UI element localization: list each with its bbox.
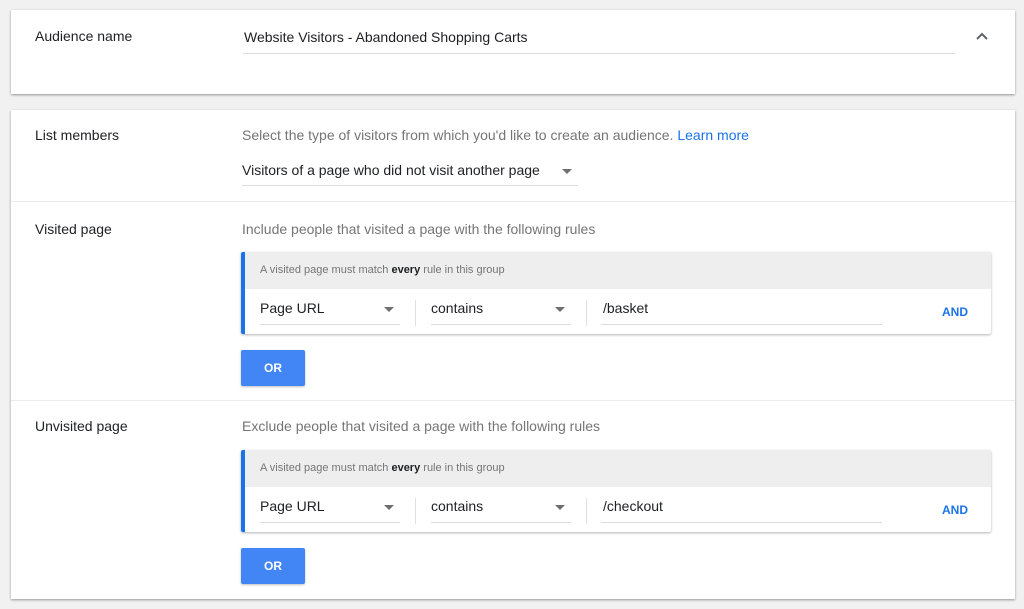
caret-down-icon — [384, 505, 394, 510]
list-members-description-text: Select the type of visitors from which y… — [242, 127, 674, 143]
audience-name-input[interactable]: Website Visitors - Abandoned Shopping Ca… — [243, 20, 955, 54]
caret-down-icon — [555, 307, 565, 312]
divider — [415, 498, 416, 524]
visited-and-button[interactable]: AND — [935, 300, 975, 324]
caret-down-icon — [555, 505, 565, 510]
unvisited-page-section: Unvisited page Exclude people that visit… — [11, 401, 1015, 599]
visited-rule-group: A visited page must match every rule in … — [241, 252, 991, 334]
unvisited-url-input[interactable]: /checkout — [601, 494, 882, 523]
audience-name-label: Audience name — [35, 28, 133, 44]
list-members-section: List members Select the type of visitors… — [11, 110, 1015, 202]
visited-url-input[interactable]: /basket — [601, 296, 882, 325]
group-header-emphasis: every — [391, 462, 421, 474]
unvisited-or-button[interactable]: OR — [241, 548, 305, 584]
list-members-select[interactable]: Visitors of a page who did not visit ano… — [242, 156, 578, 186]
visited-field-value: Page URL — [260, 300, 325, 316]
collapse-button[interactable] — [971, 26, 993, 48]
visited-operator-value: contains — [431, 300, 484, 316]
list-members-description: Select the type of visitors from which y… — [242, 127, 749, 143]
visited-page-description: Include people that visited a page with … — [242, 221, 596, 237]
visited-group-header: A visited page must match every rule in … — [245, 252, 991, 289]
unvisited-operator-value: contains — [431, 498, 484, 514]
group-header-emphasis: every — [391, 264, 421, 276]
list-members-label: List members — [35, 127, 120, 143]
unvisited-page-description: Exclude people that visited a page with … — [242, 418, 600, 434]
visited-field-select[interactable]: Page URL — [260, 296, 400, 325]
group-header-text-end: rule in this group — [420, 264, 505, 276]
audience-rules-card: List members Select the type of visitors… — [11, 110, 1015, 599]
unvisited-field-select[interactable]: Page URL — [260, 494, 400, 523]
caret-down-icon — [384, 307, 394, 312]
divider — [586, 498, 587, 524]
visited-operator-select[interactable]: contains — [431, 296, 571, 325]
divider — [586, 300, 587, 326]
unvisited-field-value: Page URL — [260, 498, 325, 514]
group-header-text-end: rule in this group — [420, 462, 505, 474]
audience-name-card: Audience name Website Visitors - Abandon… — [11, 10, 1015, 94]
visited-page-section: Visited page Include people that visited… — [11, 202, 1015, 401]
unvisited-and-button[interactable]: AND — [935, 498, 975, 522]
list-members-selected: Visitors of a page who did not visit ano… — [242, 162, 540, 178]
group-header-text: A visited page must match — [260, 264, 392, 276]
group-header-text: A visited page must match — [260, 462, 392, 474]
learn-more-link[interactable]: Learn more — [677, 127, 749, 143]
divider — [415, 300, 416, 326]
chevron-up-icon — [976, 32, 988, 40]
visited-page-label: Visited page — [35, 221, 112, 237]
unvisited-rule-group: A visited page must match every rule in … — [241, 450, 991, 532]
unvisited-page-label: Unvisited page — [35, 418, 128, 434]
caret-down-icon — [562, 169, 572, 174]
unvisited-operator-select[interactable]: contains — [431, 494, 571, 523]
visited-or-button[interactable]: OR — [241, 350, 305, 386]
unvisited-group-header: A visited page must match every rule in … — [245, 450, 991, 487]
